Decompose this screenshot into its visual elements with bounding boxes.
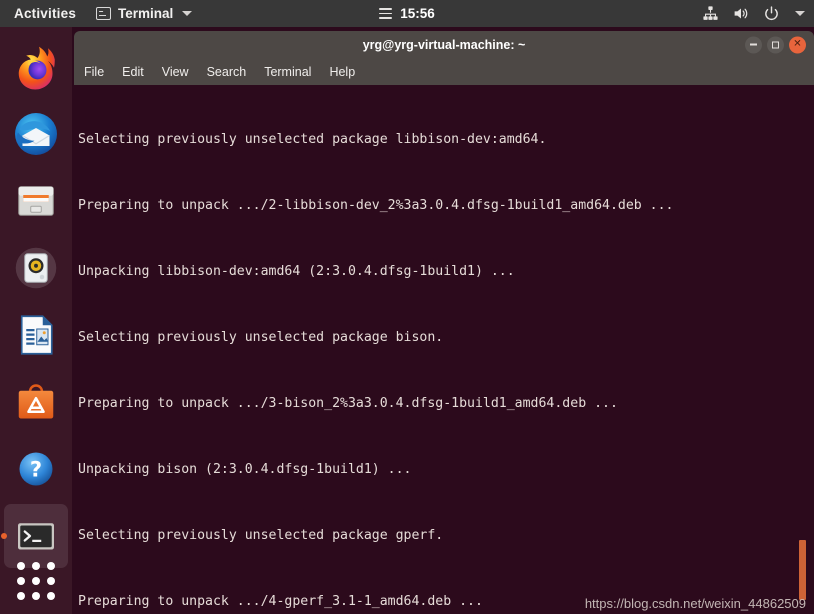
ubuntu-software-icon — [18, 384, 54, 419]
hamburger-menu-icon[interactable] — [379, 8, 393, 19]
show-applications-button[interactable] — [17, 562, 55, 600]
menu-bar: File Edit View Search Terminal Help — [74, 58, 814, 85]
svg-text:?: ? — [30, 458, 42, 482]
terminal-output-area[interactable]: Selecting previously unselected package … — [74, 85, 814, 614]
terminal-window: yrg@yrg-virtual-machine: ~ ✕ File Edit V… — [74, 31, 814, 614]
topbar-app-menu[interactable]: Terminal — [96, 6, 193, 21]
menu-file[interactable]: File — [84, 65, 104, 79]
gnome-top-bar: Activities Terminal 15:56 — [0, 0, 814, 27]
scrollbar-thumb[interactable] — [799, 540, 806, 600]
rhythmbox-icon — [15, 247, 57, 289]
terminal-line: Preparing to unpack .../2-libbison-dev_2… — [78, 198, 674, 213]
window-controls: ✕ — [745, 36, 806, 53]
terminal-line: Preparing to unpack .../3-bison_2%3a3.0.… — [78, 396, 618, 411]
minimize-button[interactable] — [745, 36, 762, 53]
launcher-dock: ? — [0, 27, 72, 614]
grid-dot — [17, 592, 25, 600]
maximize-button[interactable] — [767, 36, 784, 53]
grid-dot — [47, 562, 55, 570]
activities-button[interactable]: Activities — [14, 6, 76, 21]
firefox-icon — [18, 46, 55, 90]
dock-item-rhythmbox[interactable] — [4, 236, 68, 300]
menu-terminal[interactable]: Terminal — [264, 65, 311, 79]
system-tray[interactable] — [702, 5, 805, 22]
clock-label[interactable]: 15:56 — [400, 6, 435, 21]
grid-dot — [32, 562, 40, 570]
grid-dot — [17, 577, 25, 585]
dock-item-files[interactable] — [4, 169, 68, 233]
grid-dot — [47, 592, 55, 600]
menu-help[interactable]: Help — [329, 65, 355, 79]
power-icon[interactable] — [763, 5, 780, 22]
terminal-line: Selecting previously unselected package … — [78, 330, 444, 345]
terminal-text: Selecting previously unselected package … — [78, 85, 794, 614]
grid-dot — [32, 592, 40, 600]
menu-search[interactable]: Search — [207, 65, 247, 79]
thunderbird-icon — [15, 113, 57, 155]
grid-dot — [32, 577, 40, 585]
files-icon — [18, 186, 54, 216]
libreoffice-impress-icon — [20, 315, 53, 355]
dock-item-terminal[interactable] — [4, 504, 68, 568]
terminal-line: Selecting previously unselected package … — [78, 132, 547, 147]
dock-item-firefox[interactable] — [4, 35, 68, 99]
dock-item-help[interactable]: ? — [4, 437, 68, 501]
terminal-icon — [18, 523, 54, 550]
dock-item-libreoffice-impress[interactable] — [4, 303, 68, 367]
menu-edit[interactable]: Edit — [122, 65, 144, 79]
terminal-icon — [96, 7, 112, 20]
watermark-url: https://blog.csdn.net/weixin_44862509 — [584, 596, 806, 611]
dock-item-ubuntu-software[interactable] — [4, 370, 68, 434]
network-icon[interactable] — [702, 5, 719, 22]
volume-icon[interactable] — [732, 5, 750, 22]
window-title: yrg@yrg-virtual-machine: ~ — [362, 37, 526, 52]
grid-dot — [47, 577, 55, 585]
desktop-screen: Activities Terminal 15:56 ? yrg@yrg-virt… — [0, 0, 814, 614]
dock-item-thunderbird[interactable] — [4, 102, 68, 166]
chevron-down-icon[interactable] — [795, 11, 805, 16]
window-titlebar[interactable]: yrg@yrg-virtual-machine: ~ ✕ — [74, 31, 814, 58]
terminal-line: Unpacking libbison-dev:amd64 (2:3.0.4.df… — [78, 264, 515, 279]
vertical-scrollbar[interactable] — [799, 85, 806, 614]
chevron-down-icon — [182, 11, 193, 16]
grid-dot — [17, 562, 25, 570]
menu-view[interactable]: View — [162, 65, 189, 79]
terminal-line: Unpacking bison (2:3.0.4.dfsg-1build1) .… — [78, 462, 412, 477]
help-icon: ? — [19, 452, 53, 486]
close-button[interactable]: ✕ — [789, 36, 806, 53]
topbar-app-name: Terminal — [118, 6, 174, 21]
terminal-line: Selecting previously unselected package … — [78, 528, 444, 543]
